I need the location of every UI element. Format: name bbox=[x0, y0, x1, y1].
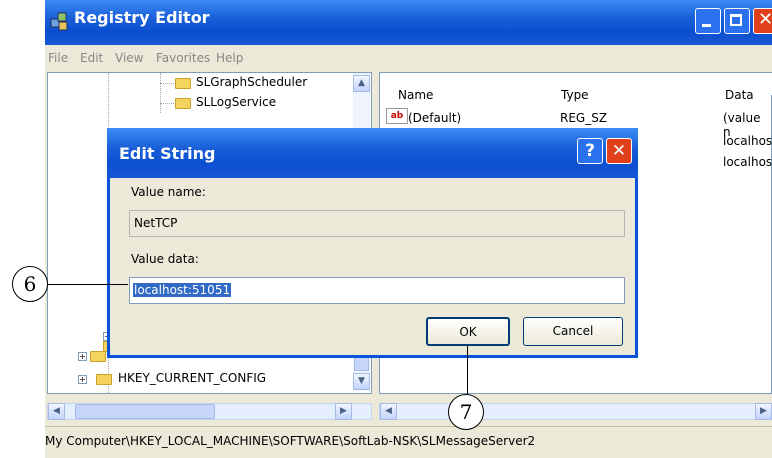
cancel-button[interactable]: Cancel bbox=[523, 317, 623, 346]
scroll-up-icon[interactable]: ▲ bbox=[353, 75, 370, 92]
value-data: localhos bbox=[723, 134, 772, 148]
menu-bar: File Edit View Favorites Help bbox=[45, 45, 772, 69]
dialog-close-button[interactable]: ✕ bbox=[606, 138, 632, 164]
registry-editor-icon bbox=[50, 12, 68, 31]
column-header-type[interactable]: Type bbox=[546, 73, 712, 102]
callout-leader-line bbox=[467, 346, 468, 394]
close-icon: ✕ bbox=[611, 141, 627, 161]
menu-file[interactable]: File bbox=[48, 51, 68, 65]
list-horizontal-scrollbar[interactable] bbox=[379, 403, 772, 420]
value-data-label: Value data: bbox=[131, 252, 199, 266]
menu-help[interactable]: Help bbox=[216, 51, 243, 65]
dialog-title: Edit String bbox=[119, 144, 216, 163]
callout-6: 6 bbox=[12, 266, 48, 302]
string-value-icon: ab bbox=[386, 108, 408, 124]
minimize-button[interactable] bbox=[695, 8, 721, 34]
tree-item-slgraphscheduler[interactable]: SLGraphScheduler bbox=[196, 75, 307, 89]
tree-line bbox=[160, 83, 174, 84]
folder-icon bbox=[96, 374, 112, 385]
scroll-right-icon[interactable]: ▶ bbox=[335, 403, 352, 420]
value-name-label: Value name: bbox=[131, 185, 206, 199]
scroll-down-icon[interactable]: ▼ bbox=[353, 373, 370, 390]
dialog-title-bar[interactable]: Edit String ? ✕ bbox=[107, 128, 638, 178]
title-bar[interactable]: Registry Editor ✕ bbox=[45, 0, 772, 45]
column-header-data[interactable]: Data bbox=[711, 73, 772, 102]
help-icon: ? bbox=[585, 141, 595, 161]
callout-leader-line bbox=[48, 284, 128, 285]
callout-7: 7 bbox=[448, 394, 484, 430]
status-bar: My Computer\HKEY_LOCAL_MACHINE\SOFTWARE\… bbox=[45, 426, 772, 458]
scroll-thumb[interactable] bbox=[75, 404, 215, 419]
close-icon: ✕ bbox=[758, 9, 772, 30]
expand-icon[interactable]: + bbox=[78, 352, 87, 361]
tree-item-slllogservice[interactable]: SLLogService bbox=[196, 95, 276, 109]
column-header-name[interactable]: Name bbox=[380, 73, 547, 102]
menu-favorites[interactable]: Favorites bbox=[156, 51, 210, 65]
scroll-right-icon[interactable]: ▶ bbox=[755, 403, 772, 420]
maximize-icon bbox=[730, 14, 742, 26]
minimize-icon bbox=[702, 24, 711, 27]
folder-icon bbox=[90, 351, 106, 362]
tree-item-hkey-current-config[interactable]: HKEY_CURRENT_CONFIG bbox=[118, 371, 266, 385]
tree-line bbox=[160, 73, 161, 113]
value-data-selected-text: localhost:51051 bbox=[133, 283, 232, 297]
menu-edit[interactable]: Edit bbox=[80, 51, 103, 65]
tree-line bbox=[160, 103, 174, 104]
help-button[interactable]: ? bbox=[577, 138, 603, 164]
value-type: REG_SZ bbox=[560, 111, 608, 125]
scroll-left-icon[interactable]: ◀ bbox=[48, 403, 65, 420]
value-data-input[interactable]: localhost:51051 bbox=[129, 277, 625, 304]
folder-icon bbox=[175, 78, 191, 89]
menu-view[interactable]: View bbox=[115, 51, 143, 65]
scroll-left-icon[interactable]: ◀ bbox=[380, 403, 397, 420]
close-button[interactable]: ✕ bbox=[753, 8, 772, 34]
status-path: My Computer\HKEY_LOCAL_MACHINE\SOFTWARE\… bbox=[45, 434, 536, 448]
ok-button[interactable]: OK bbox=[426, 317, 510, 346]
window-title: Registry Editor bbox=[74, 8, 210, 27]
expand-icon[interactable]: + bbox=[78, 375, 87, 384]
folder-icon bbox=[175, 98, 191, 109]
value-data: localhos bbox=[723, 155, 772, 169]
value-name-field: NetTCP bbox=[129, 210, 625, 237]
value-name[interactable]: (Default) bbox=[408, 111, 461, 125]
maximize-button[interactable] bbox=[724, 8, 750, 34]
